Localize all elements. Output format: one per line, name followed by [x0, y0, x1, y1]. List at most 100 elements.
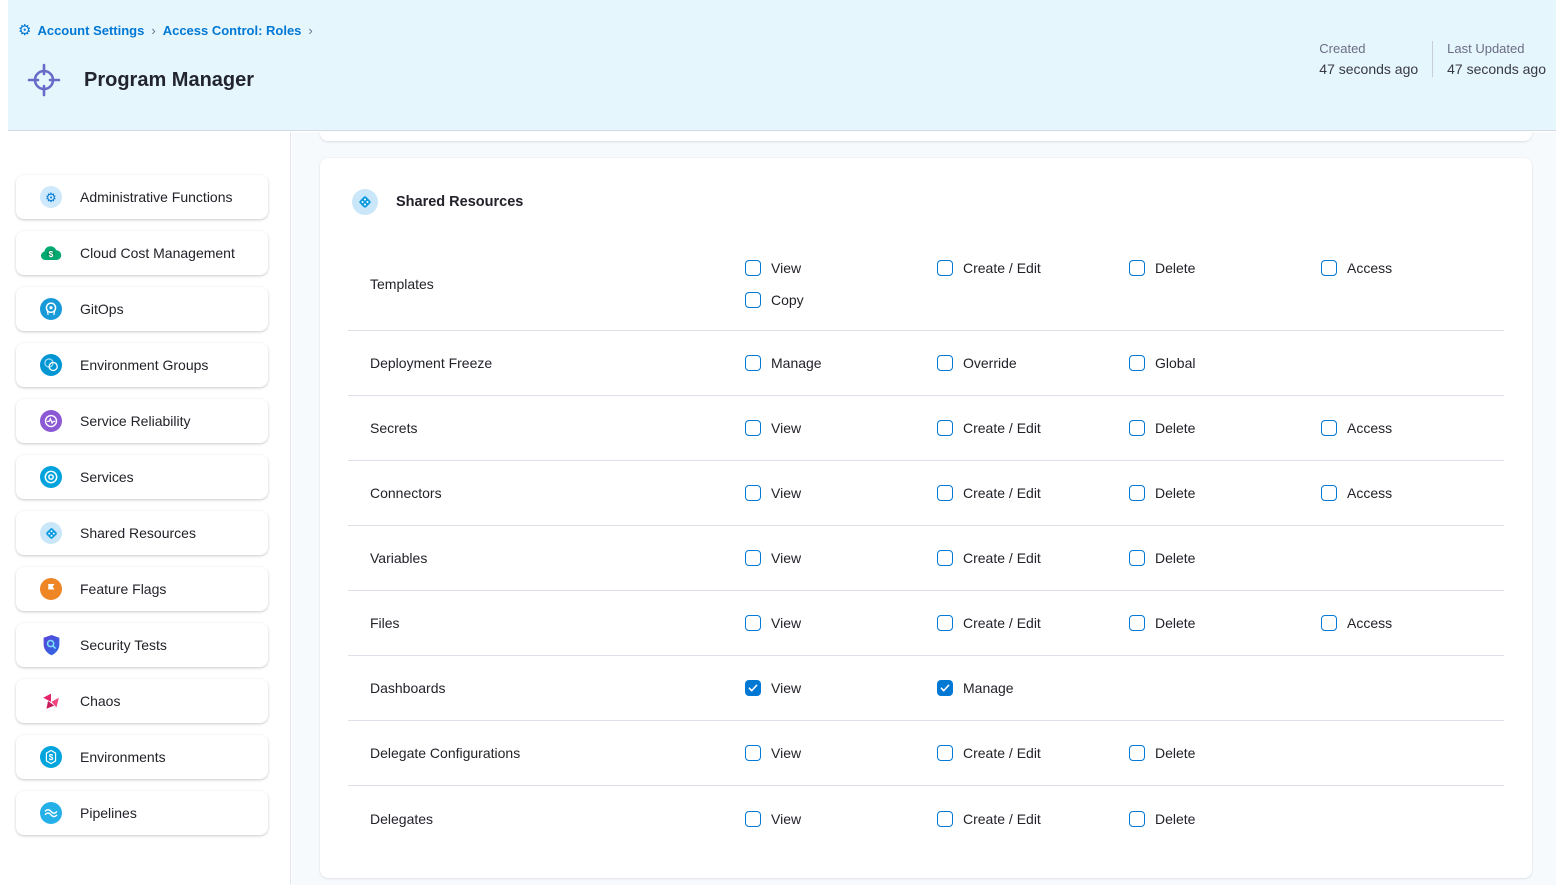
service-reliability-icon: [39, 409, 63, 433]
permission-cell: Delete: [1129, 420, 1321, 436]
permission-checkbox[interactable]: [1321, 420, 1337, 436]
permission-checkbox[interactable]: [1129, 811, 1145, 827]
permission-label: View: [771, 485, 801, 501]
sidebar-item-shared-resources[interactable]: Shared Resources: [16, 511, 268, 555]
permission-option-templates-create-edit[interactable]: Create / Edit: [937, 260, 1129, 276]
sidebar-item-feature-flags[interactable]: Feature Flags: [16, 567, 268, 611]
main-panel: Shared Resources TemplatesViewCopyCreate…: [292, 132, 1556, 885]
sidebar-item-services[interactable]: Services: [16, 455, 268, 499]
breadcrumb-link-account-settings[interactable]: Account Settings: [37, 23, 144, 38]
chaos-icon: [39, 689, 63, 713]
permission-option-secrets-create-edit[interactable]: Create / Edit: [937, 420, 1129, 436]
permission-cell: Create / Edit: [937, 238, 1129, 276]
permission-checkbox[interactable]: [1129, 260, 1145, 276]
permission-option-delegates-delete[interactable]: Delete: [1129, 811, 1321, 827]
permission-option-variables-create-edit[interactable]: Create / Edit: [937, 550, 1129, 566]
permission-option-dashboards-view[interactable]: View: [745, 680, 937, 696]
permission-checkbox[interactable]: [745, 811, 761, 827]
permission-option-connectors-delete[interactable]: Delete: [1129, 485, 1321, 501]
permission-checkbox[interactable]: [745, 355, 761, 371]
permission-option-variables-delete[interactable]: Delete: [1129, 550, 1321, 566]
permission-label: Create / Edit: [963, 485, 1041, 501]
permission-checkbox[interactable]: [745, 550, 761, 566]
permission-option-connectors-create-edit[interactable]: Create / Edit: [937, 485, 1129, 501]
sidebar-item-label: Administrative Functions: [80, 189, 233, 205]
permission-checkbox[interactable]: [937, 420, 953, 436]
last-updated-value: 47 seconds ago: [1447, 61, 1546, 77]
sidebar-item-gitops[interactable]: GitOps: [16, 287, 268, 331]
permission-option-connectors-access[interactable]: Access: [1321, 485, 1513, 501]
permission-checkbox[interactable]: [1321, 485, 1337, 501]
permission-checkbox[interactable]: [745, 485, 761, 501]
permission-cell: Access: [1321, 485, 1513, 501]
permission-option-deployment-freeze-override[interactable]: Override: [937, 355, 1129, 371]
permission-option-secrets-view[interactable]: View: [745, 420, 937, 436]
permission-checkbox[interactable]: [937, 485, 953, 501]
permission-option-variables-view[interactable]: View: [745, 550, 937, 566]
permission-option-deployment-freeze-manage[interactable]: Manage: [745, 355, 937, 371]
permission-checkbox[interactable]: [937, 745, 953, 761]
permission-cell: Access: [1321, 420, 1513, 436]
sidebar-item-environment-groups[interactable]: Environment Groups: [16, 343, 268, 387]
permission-checkbox[interactable]: [745, 615, 761, 631]
sidebar-item-label: Services: [80, 469, 134, 485]
svg-text:$: $: [49, 753, 54, 762]
permission-option-delegate-configurations-view[interactable]: View: [745, 745, 937, 761]
permission-option-templates-access[interactable]: Access: [1321, 260, 1513, 276]
sidebar-item-cloud-cost-management[interactable]: $Cloud Cost Management: [16, 231, 268, 275]
breadcrumb-link-access-control-roles[interactable]: Access Control: Roles: [163, 23, 302, 38]
admin-functions-icon: ⚙: [39, 185, 63, 209]
permission-label: Delete: [1155, 550, 1195, 566]
permission-checkbox[interactable]: [1129, 745, 1145, 761]
permission-option-delegate-configurations-delete[interactable]: Delete: [1129, 745, 1321, 761]
role-meta: Created 47 seconds ago Last Updated 47 s…: [1319, 41, 1546, 77]
permission-checkbox[interactable]: [937, 260, 953, 276]
permission-option-deployment-freeze-global[interactable]: Global: [1129, 355, 1321, 371]
permission-option-secrets-delete[interactable]: Delete: [1129, 420, 1321, 436]
permission-option-templates-delete[interactable]: Delete: [1129, 260, 1321, 276]
permission-checkbox[interactable]: [1129, 485, 1145, 501]
permission-option-files-delete[interactable]: Delete: [1129, 615, 1321, 631]
permission-option-files-access[interactable]: Access: [1321, 615, 1513, 631]
permission-option-secrets-access[interactable]: Access: [1321, 420, 1513, 436]
sidebar-item-pipelines[interactable]: Pipelines: [16, 791, 268, 835]
permission-option-connectors-view[interactable]: View: [745, 485, 937, 501]
sidebar-item-security-tests[interactable]: Security Tests: [16, 623, 268, 667]
permission-option-delegates-create-edit[interactable]: Create / Edit: [937, 811, 1129, 827]
sidebar-item-service-reliability[interactable]: Service Reliability: [16, 399, 268, 443]
permission-option-templates-view[interactable]: View: [745, 260, 937, 276]
permission-checkbox[interactable]: [937, 680, 953, 696]
permission-checkbox[interactable]: [1129, 355, 1145, 371]
permission-option-templates-copy[interactable]: Copy: [745, 292, 937, 308]
permission-checkbox[interactable]: [745, 260, 761, 276]
permission-checkbox[interactable]: [937, 615, 953, 631]
permission-checkbox[interactable]: [745, 680, 761, 696]
permission-checkbox[interactable]: [745, 292, 761, 308]
permission-checkbox[interactable]: [1321, 260, 1337, 276]
permission-checkbox[interactable]: [937, 355, 953, 371]
section-title: Shared Resources: [396, 194, 523, 210]
sidebar-item-administrative-functions[interactable]: ⚙ Administrative Functions: [16, 175, 268, 219]
chevron-right-icon: ›: [307, 23, 313, 38]
permission-checkbox[interactable]: [745, 420, 761, 436]
permission-option-files-view[interactable]: View: [745, 615, 937, 631]
sidebar-item-environments[interactable]: $Environments: [16, 735, 268, 779]
permission-checkbox[interactable]: [1129, 615, 1145, 631]
environment-groups-icon: [39, 353, 63, 377]
sidebar-item-chaos[interactable]: Chaos: [16, 679, 268, 723]
permission-option-files-create-edit[interactable]: Create / Edit: [937, 615, 1129, 631]
shared-resources-card: Shared Resources TemplatesViewCopyCreate…: [320, 158, 1532, 878]
permission-checkbox[interactable]: [1129, 420, 1145, 436]
permission-option-delegates-view[interactable]: View: [745, 811, 937, 827]
permission-checkbox[interactable]: [1321, 615, 1337, 631]
permission-cell: Access: [1321, 238, 1513, 276]
permission-option-dashboards-manage[interactable]: Manage: [937, 680, 1129, 696]
sidebar-item-label: Shared Resources: [80, 525, 196, 541]
permission-checkbox[interactable]: [937, 550, 953, 566]
permission-checkbox[interactable]: [937, 811, 953, 827]
permission-checkbox[interactable]: [745, 745, 761, 761]
permission-label: Manage: [963, 680, 1014, 696]
permission-option-delegate-configurations-create-edit[interactable]: Create / Edit: [937, 745, 1129, 761]
permission-cell: Create / Edit: [937, 485, 1129, 501]
permission-checkbox[interactable]: [1129, 550, 1145, 566]
